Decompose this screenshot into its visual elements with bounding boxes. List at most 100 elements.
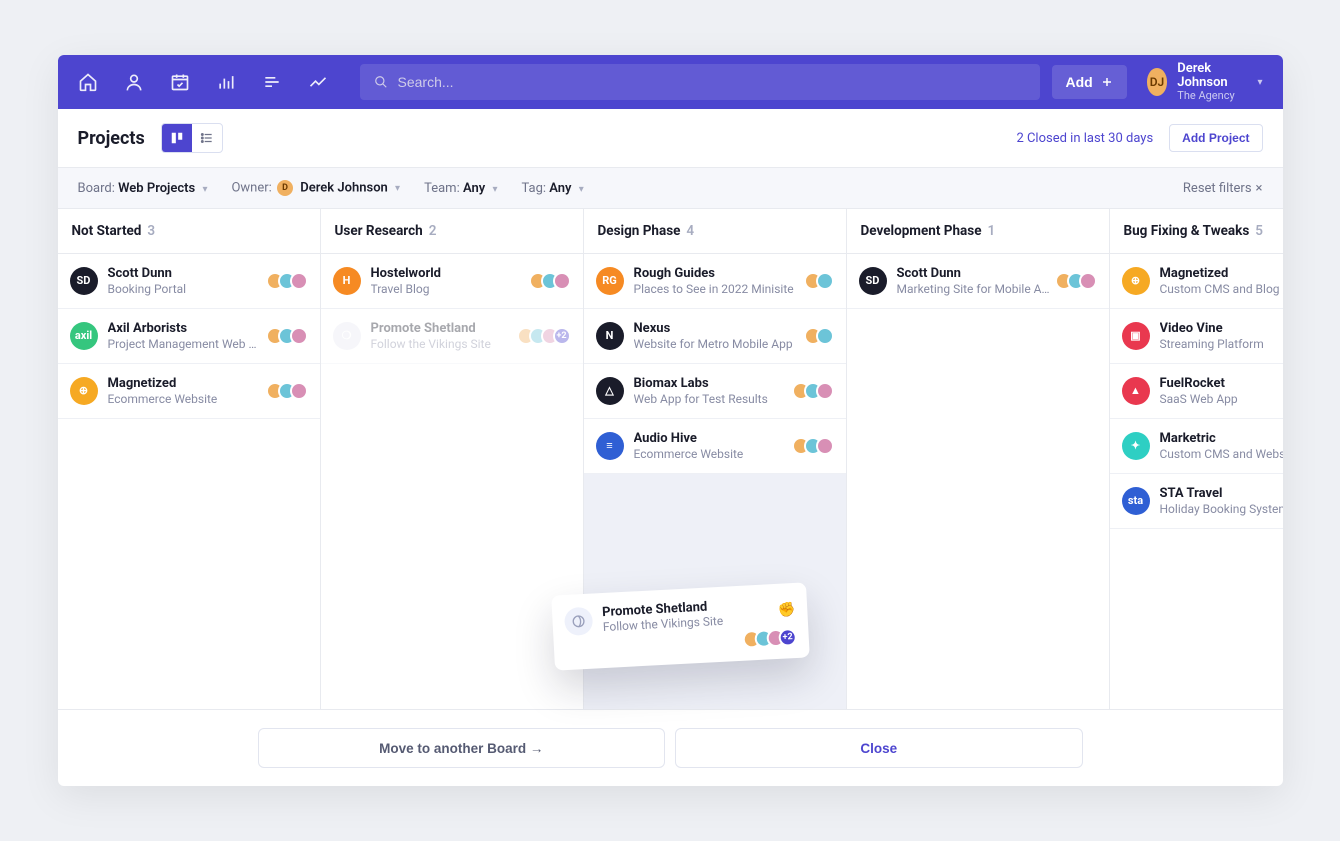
project-icon: ✦	[1122, 432, 1150, 460]
add-project-button[interactable]: Add Project	[1169, 124, 1262, 152]
assignee-avatars	[798, 382, 834, 400]
user-org: The Agency	[1177, 90, 1241, 102]
column-count: 4	[686, 223, 694, 239]
assignee-avatars	[810, 272, 834, 290]
project-card[interactable]: ▲FuelRocketSaaS Web App	[1110, 364, 1283, 419]
column-count: 1	[988, 223, 996, 239]
project-icon: H	[333, 267, 361, 295]
tag-filter[interactable]: Tag: Any ▾	[521, 181, 583, 196]
assignee-avatars	[1061, 272, 1097, 290]
column-title: Design Phase	[598, 223, 681, 239]
home-icon[interactable]	[78, 72, 98, 92]
board-view-toggle[interactable]	[162, 124, 192, 152]
card-subtitle: Ecommerce Website	[634, 447, 788, 461]
assignee-avatars	[798, 437, 834, 455]
card-subtitle: Web App for Test Results	[634, 392, 788, 406]
card-title: STA Travel	[1160, 486, 1283, 502]
project-card[interactable]: ≡ Audio HiveEcommerce Website	[584, 419, 846, 474]
dragging-card[interactable]: Promote Shetland Follow the Vikings Site…	[551, 582, 810, 670]
column-header: Not Started3	[58, 209, 320, 254]
user-avatar: DJ	[1147, 68, 1168, 96]
owner-filter[interactable]: Owner: D Derek Johnson ▾	[231, 180, 400, 196]
project-icon: RG	[596, 267, 624, 295]
project-icon: ▣	[1122, 322, 1150, 350]
project-card[interactable]: RGRough GuidesPlaces to See in 2022 Mini…	[584, 254, 846, 309]
owner-avatar: D	[277, 180, 293, 196]
search-input[interactable]	[398, 74, 1026, 90]
kanban-column: User Research2HHostelworldTravel Blog ❍ Pr…	[321, 209, 584, 709]
filter-bar: Board: Web Projects ▾ Owner: D Derek Joh…	[58, 168, 1283, 209]
card-title: Audio Hive	[634, 431, 788, 447]
topbar-right: Add DJ Derek Johnson The Agency ▾	[1052, 62, 1263, 103]
assignee-avatars	[272, 272, 308, 290]
card-subtitle: Website for Metro Mobile App	[634, 337, 800, 351]
grab-icon: ✊	[777, 601, 795, 618]
close-button[interactable]: Close	[675, 728, 1083, 768]
card-title: Marketric	[1160, 431, 1283, 447]
project-icon: axil	[70, 322, 98, 350]
add-button[interactable]: Add	[1052, 65, 1127, 99]
avatar-more: +2	[553, 327, 571, 345]
move-board-button[interactable]: Move to another Board →	[258, 728, 666, 768]
bars-icon[interactable]	[216, 72, 236, 92]
user-text: Derek Johnson The Agency	[1177, 62, 1241, 103]
card-title: Nexus	[634, 321, 800, 337]
card-subtitle: Follow the Vikings Site	[371, 337, 513, 351]
card-title: Scott Dunn	[897, 266, 1051, 282]
column-title: Bug Fixing & Tweaks	[1124, 223, 1250, 239]
team-filter[interactable]: Team: Any ▾	[424, 181, 497, 196]
column-title: Not Started	[72, 223, 142, 239]
column-header: User Research2	[321, 209, 583, 254]
avatar	[290, 327, 308, 345]
kanban-column: Bug Fixing & Tweaks 5 ⊕MagnetizedCustom CM…	[1110, 209, 1283, 709]
project-card[interactable]: ✦ MarketricCustom CMS and Websi	[1110, 419, 1283, 474]
board-filter[interactable]: Board: Web Projects ▾	[78, 181, 208, 196]
column-count: 5	[1255, 223, 1263, 239]
kanban-column: Development Phase1SDScott DunnMarketing …	[847, 209, 1110, 709]
chevron-down-icon: ▾	[395, 183, 400, 194]
closed-link[interactable]: 2 Closed in last 30 days	[1016, 131, 1153, 146]
project-card[interactable]: ❍ Promote ShetlandFollow the Vikings Site…	[321, 309, 583, 364]
card-title: FuelRocket	[1160, 376, 1283, 392]
reset-filters[interactable]: Reset filters×	[1183, 181, 1263, 196]
list-icon[interactable]	[262, 72, 282, 92]
project-icon: ❍	[333, 322, 361, 350]
list-view-toggle[interactable]	[192, 124, 222, 152]
card-subtitle: Custom CMS and Websi	[1160, 447, 1283, 461]
assignee-avatars	[272, 327, 308, 345]
project-card[interactable]: ⊕MagnetizedEcommerce Website	[58, 364, 320, 419]
view-toggle	[161, 123, 223, 153]
project-card[interactable]: ▣Video VineStreaming Platform	[1110, 309, 1283, 364]
page-title: Projects	[78, 128, 145, 149]
project-icon: ⊕	[70, 377, 98, 405]
project-icon	[563, 606, 592, 635]
calendar-icon[interactable]	[170, 72, 190, 92]
project-icon: SD	[70, 267, 98, 295]
project-icon: ▲	[1122, 377, 1150, 405]
column-header: Bug Fixing & Tweaks 5	[1110, 209, 1283, 254]
project-card[interactable]: SDScott DunnMarketing Site for Mobile A…	[847, 254, 1109, 309]
project-card[interactable]: staSTA TravelHoliday Booking System	[1110, 474, 1283, 529]
project-card[interactable]: axilAxil ArboristsProject Management Web…	[58, 309, 320, 364]
user-icon[interactable]	[124, 72, 144, 92]
project-card[interactable]: HHostelworldTravel Blog	[321, 254, 583, 309]
kanban-column: Not Started3 SD Scott DunnBooking Portal ax…	[58, 209, 321, 709]
user-menu[interactable]: DJ Derek Johnson The Agency ▾	[1147, 62, 1263, 103]
trend-icon[interactable]	[308, 72, 328, 92]
avatar	[816, 327, 834, 345]
card-subtitle: Holiday Booking System	[1160, 502, 1283, 516]
project-icon: ≡	[596, 432, 624, 460]
card-subtitle: Streaming Platform	[1160, 337, 1283, 351]
avatar	[290, 382, 308, 400]
project-card[interactable]: SD Scott DunnBooking Portal	[58, 254, 320, 309]
chevron-down-icon: ▾	[202, 184, 207, 195]
card-title: Scott Dunn	[108, 266, 262, 282]
card-title: Promote Shetland	[371, 321, 513, 337]
project-card[interactable]: △Biomax LabsWeb App for Test Results	[584, 364, 846, 419]
project-card[interactable]: NNexusWebsite for Metro Mobile App	[584, 309, 846, 364]
column-count: 2	[429, 223, 437, 239]
card-subtitle: Booking Portal	[108, 282, 262, 296]
project-card[interactable]: ⊕MagnetizedCustom CMS and Blog	[1110, 254, 1283, 309]
assignee-avatars	[810, 327, 834, 345]
search-bar[interactable]	[360, 64, 1040, 100]
